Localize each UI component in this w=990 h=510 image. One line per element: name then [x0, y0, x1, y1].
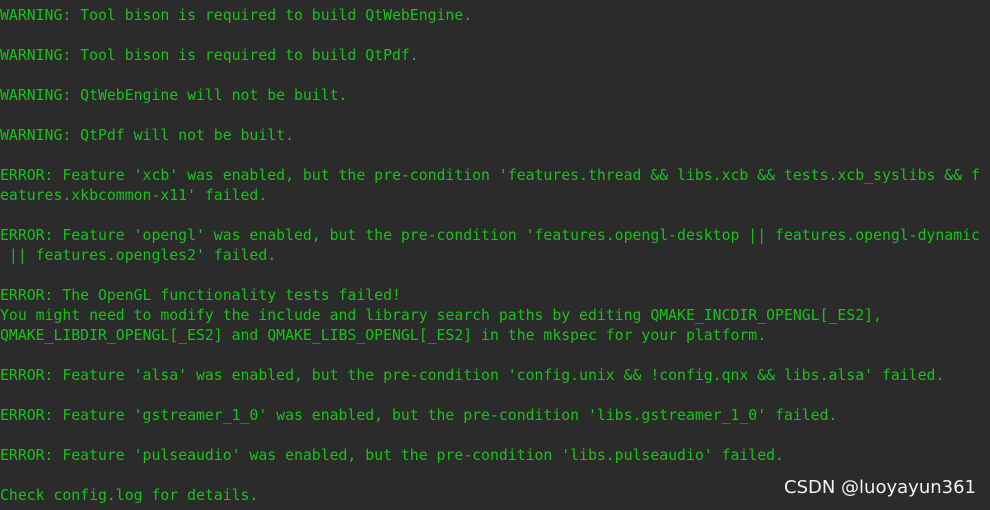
- terminal-line: ERROR: Feature 'gstreamer_1_0' was enabl…: [0, 407, 838, 424]
- terminal-line: You might need to modify the include and…: [0, 307, 882, 324]
- terminal-line: WARNING: QtWebEngine will not be built.: [0, 87, 348, 104]
- terminal-line: eatures.xkbcommon-x11' failed.: [0, 187, 268, 204]
- terminal-line: ERROR: Feature 'alsa' was enabled, but t…: [0, 367, 945, 384]
- terminal-line: ERROR: Feature 'xcb' was enabled, but th…: [0, 167, 980, 184]
- terminal-line: || features.opengles2' failed.: [0, 247, 277, 264]
- terminal-line: QMAKE_LIBDIR_OPENGL[_ES2] and QMAKE_LIBS…: [0, 327, 767, 344]
- terminal-line: ERROR: Feature 'pulseaudio' was enabled,…: [0, 447, 784, 464]
- terminal-line: WARNING: Tool bison is required to build…: [0, 7, 473, 24]
- terminal-output: WARNING: Tool bison is required to build…: [0, 0, 990, 510]
- terminal-line: WARNING: QtPdf will not be built.: [0, 127, 294, 144]
- terminal-line: ERROR: Feature 'opengl' was enabled, but…: [0, 227, 980, 244]
- terminal-line: Check config.log for details.: [0, 487, 259, 504]
- terminal-line: ERROR: The OpenGL functionality tests fa…: [0, 287, 401, 304]
- terminal-line: WARNING: Tool bison is required to build…: [0, 47, 419, 64]
- watermark: CSDN @luoyayun361: [784, 477, 976, 498]
